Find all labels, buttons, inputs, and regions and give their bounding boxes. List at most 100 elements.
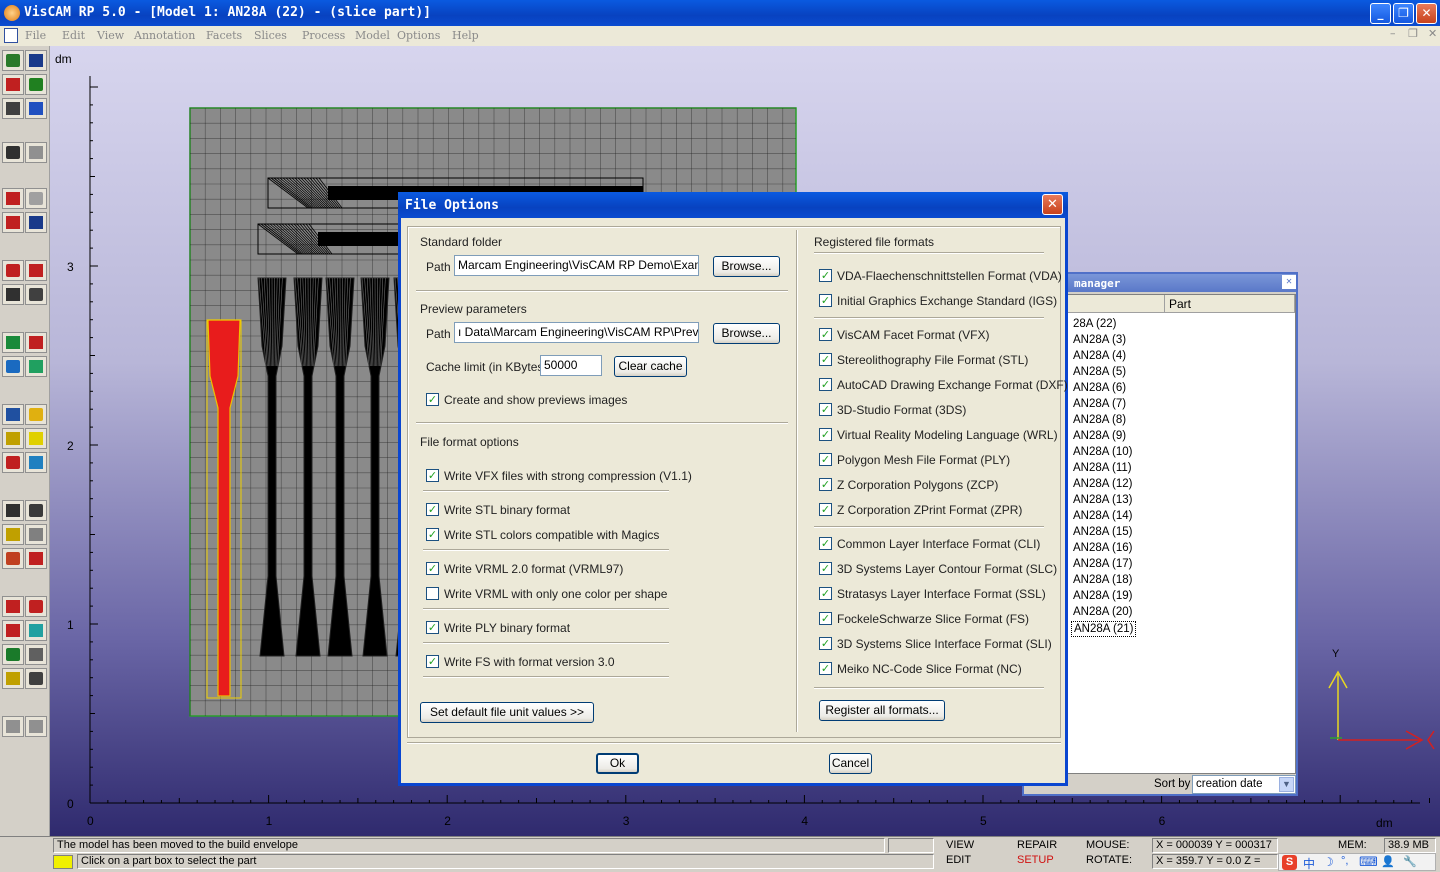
parts-list-item[interactable]: AN28A (4) xyxy=(1071,349,1128,363)
layer-down-icon[interactable] xyxy=(2,260,24,281)
mdi-close-button[interactable]: ✕ xyxy=(1428,27,1437,40)
checkbox-box[interactable]: ✓ xyxy=(426,528,439,541)
rotate-arc-icon[interactable] xyxy=(25,644,47,665)
parts-list-item[interactable]: AN28A (6) xyxy=(1071,381,1128,395)
menu-options[interactable]: Options xyxy=(397,29,440,42)
checkbox-box[interactable]: ✓ xyxy=(819,269,832,282)
checkbox-box[interactable]: ✓ xyxy=(819,478,832,491)
checkbox-box[interactable]: ✓ xyxy=(426,655,439,668)
checkbox-box[interactable]: ✓ xyxy=(819,453,832,466)
checkbox-box[interactable]: ✓ xyxy=(819,403,832,416)
ime-user-icon[interactable]: 👤 xyxy=(1381,855,1395,868)
redo-icon[interactable] xyxy=(25,142,47,163)
parts-list-item[interactable]: AN28A (11) xyxy=(1071,461,1134,475)
parts-list-item[interactable]: AN28A (5) xyxy=(1071,365,1128,379)
checkbox-box[interactable]: ✓ xyxy=(819,503,832,516)
column-header-part[interactable]: Part xyxy=(1165,295,1295,313)
dollar-icon[interactable] xyxy=(25,500,47,521)
ime-chinese-mode-icon[interactable]: 中 xyxy=(1303,855,1315,872)
menu-annotation[interactable]: Annotation xyxy=(134,29,195,42)
rp-slice-icon[interactable] xyxy=(2,188,24,209)
parts-list-item[interactable]: AN28A (19) xyxy=(1071,589,1134,603)
cross-icon[interactable] xyxy=(25,548,47,569)
move-icon[interactable] xyxy=(2,356,24,377)
restore-button[interactable]: ❐ xyxy=(1393,3,1414,24)
ruler-icon[interactable] xyxy=(2,500,24,521)
mode-setup[interactable]: SETUP xyxy=(1017,854,1054,866)
menu-model[interactable]: Model xyxy=(355,29,390,42)
parts-list-item[interactable]: AN28A (7) xyxy=(1071,397,1128,411)
no-select-icon[interactable] xyxy=(25,332,47,353)
grid-icon[interactable] xyxy=(2,428,24,449)
checkbox-box[interactable]: ✓ xyxy=(819,378,832,391)
checkbox-box[interactable]: ✓ xyxy=(426,469,439,482)
menu-view[interactable]: View xyxy=(97,29,124,42)
cube-icon[interactable] xyxy=(2,332,24,353)
rotate-icon[interactable] xyxy=(25,452,47,473)
mdi-restore-button[interactable]: ❐ xyxy=(1408,27,1418,40)
hatch-icon[interactable] xyxy=(2,524,24,545)
standard-path-input[interactable]: Marcam Engineering\VisCAM RP Demo\Exampl… xyxy=(454,255,699,276)
parts-list-item[interactable]: AN28A (14) xyxy=(1071,509,1134,523)
cut-icon[interactable] xyxy=(2,74,24,95)
cancel-button[interactable]: Cancel xyxy=(829,753,872,774)
forward-icon[interactable] xyxy=(25,716,47,737)
parts-list-item[interactable]: AN28A (15) xyxy=(1071,525,1134,539)
grid-fill-icon[interactable] xyxy=(25,428,47,449)
cube-red-icon[interactable] xyxy=(2,596,24,617)
clear-cache-button[interactable]: Clear cache xyxy=(614,356,687,377)
parts-list-item[interactable]: AN28A (17) xyxy=(1071,557,1134,571)
menu-edit[interactable]: Edit xyxy=(62,29,85,42)
ime-keyboard-icon[interactable]: ⌨ xyxy=(1359,854,1378,870)
parts-list-item[interactable]: AN28A (8) xyxy=(1071,413,1128,427)
ime-moon-icon[interactable]: ☽ xyxy=(1323,855,1334,869)
checkbox-box[interactable]: ✓ xyxy=(819,562,832,575)
set-default-units-button[interactable]: Set default file unit values >> xyxy=(420,702,594,723)
app-icon[interactable] xyxy=(4,5,20,21)
copy-icon[interactable] xyxy=(25,74,47,95)
preview-path-input[interactable]: ı Data\Marcam Engineering\VisCAM RP\Prev… xyxy=(454,322,699,343)
sort-by-select[interactable]: creation date ▼ xyxy=(1192,775,1296,794)
checkbox-box[interactable]: ✓ xyxy=(426,562,439,575)
print-icon[interactable] xyxy=(2,98,24,119)
checkbox-box[interactable]: ✓ xyxy=(819,428,832,441)
transform-icon[interactable] xyxy=(2,452,24,473)
parts-list-item[interactable]: AN28A (10) xyxy=(1071,445,1134,459)
save-icon[interactable] xyxy=(25,50,47,71)
parts-list-item[interactable]: AN28A (13) xyxy=(1071,493,1134,507)
checkbox-box[interactable]: ✓ xyxy=(819,294,832,307)
parts-list-item[interactable]: 28A (22) xyxy=(1071,317,1118,331)
parts-list-item[interactable]: AN28A (3) xyxy=(1071,333,1128,347)
move-arrows-icon[interactable] xyxy=(2,644,24,665)
checkbox-box[interactable]: ✓ xyxy=(819,662,832,675)
ok-button[interactable]: Ok xyxy=(596,753,639,774)
stack2-icon[interactable] xyxy=(25,284,47,305)
checkbox-box[interactable]: ✓ xyxy=(426,393,439,406)
menu-slices[interactable]: Slices xyxy=(254,29,287,42)
document-icon[interactable] xyxy=(4,28,18,43)
checkbox-box[interactable]: ✓ xyxy=(819,587,832,600)
ime-logo-icon[interactable]: S xyxy=(1282,855,1297,870)
minimize-button[interactable]: _ xyxy=(1370,3,1391,24)
ime-punctuation-icon[interactable]: °, xyxy=(1341,855,1348,867)
menu-facets[interactable]: Facets xyxy=(206,29,242,42)
hatch-x-icon[interactable] xyxy=(25,524,47,545)
cache-limit-input[interactable]: 50000 xyxy=(540,355,602,376)
chevron-down-icon[interactable]: ▼ xyxy=(1279,777,1294,792)
lasso-icon[interactable] xyxy=(2,668,24,689)
layers-icon[interactable] xyxy=(25,188,47,209)
parts-list-item[interactable]: AN28A (16) xyxy=(1071,541,1134,555)
dialog-close-button[interactable]: ✕ xyxy=(1042,194,1063,215)
parts-list-item[interactable]: AN28A (18) xyxy=(1071,573,1134,587)
sort-down-icon[interactable] xyxy=(2,212,24,233)
checkbox-box[interactable]: ✓ xyxy=(819,328,832,341)
mdi-minimize-button[interactable]: – xyxy=(1390,27,1396,40)
menu-file[interactable]: File xyxy=(25,29,46,42)
checkbox-box[interactable]: ✓ xyxy=(426,503,439,516)
close-button[interactable]: ✕ xyxy=(1416,3,1437,24)
mode-view[interactable]: VIEW xyxy=(946,839,974,851)
parts-list-item[interactable]: AN28A (9) xyxy=(1071,429,1128,443)
globe-icon[interactable] xyxy=(25,620,47,641)
mode-edit[interactable]: EDIT xyxy=(946,854,971,866)
cube-box-icon[interactable] xyxy=(25,596,47,617)
